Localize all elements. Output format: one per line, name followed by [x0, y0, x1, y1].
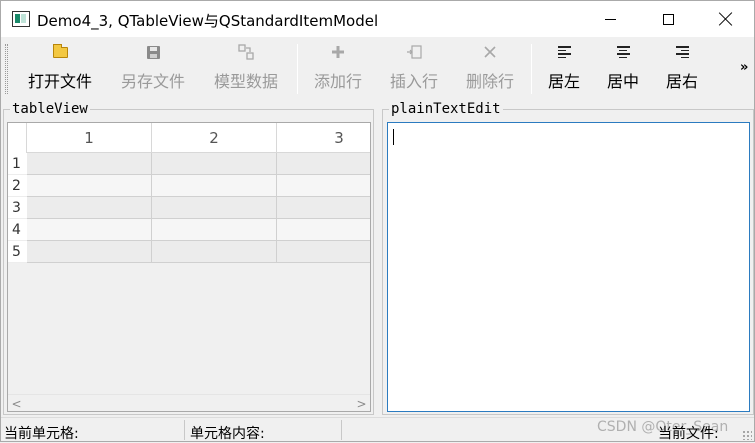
- folder-open-icon: [52, 42, 68, 62]
- column-header[interactable]: 1: [27, 123, 152, 153]
- plus-icon: [331, 42, 345, 62]
- delete-icon: [483, 42, 497, 62]
- cell-content-label: 单元格内容:: [190, 426, 265, 442]
- app-icon: [12, 11, 30, 27]
- table-cell[interactable]: [277, 241, 370, 263]
- align-right-button[interactable]: 居右: [659, 42, 705, 96]
- align-center-icon: [616, 42, 630, 62]
- window-title: Demo4_3, QTableView与QStandardItemModel: [37, 12, 379, 30]
- table-cell[interactable]: [152, 175, 277, 197]
- table-view[interactable]: 1 2 3 1 2 3 4 5 < >: [7, 122, 371, 412]
- current-cell-label: 当前单元格:: [4, 426, 79, 442]
- plain-text-edit[interactable]: [387, 122, 750, 412]
- delete-row-label: 删除行: [465, 72, 514, 91]
- open-file-label: 打开文件: [27, 72, 92, 91]
- save-as-label: 另存文件: [120, 72, 185, 91]
- toolbar-grip-handle[interactable]: [5, 44, 8, 94]
- table-group-title: tableView: [10, 101, 90, 117]
- align-right-label: 居右: [665, 72, 698, 91]
- toolbar-overflow-button[interactable]: »: [740, 60, 748, 75]
- size-grip-handle[interactable]: [742, 430, 752, 440]
- main-window: Demo4_3, QTableView与QStandardItemModel 打…: [0, 0, 755, 442]
- status-separator: [341, 420, 342, 440]
- table-cell[interactable]: [152, 197, 277, 219]
- save-icon: [146, 42, 160, 62]
- table-cell[interactable]: [27, 241, 152, 263]
- save-as-button[interactable]: 另存文件: [112, 42, 194, 96]
- model-data-label: 模型数据: [213, 72, 278, 91]
- table-cell[interactable]: [277, 153, 370, 175]
- close-icon: [719, 12, 733, 26]
- align-left-icon: [557, 42, 571, 62]
- model-data-icon: [238, 42, 254, 62]
- text-caret: [393, 129, 394, 145]
- model-data-button[interactable]: 模型数据: [205, 42, 287, 96]
- table-cell[interactable]: [277, 219, 370, 241]
- row-header[interactable]: 2: [8, 175, 27, 197]
- status-bar: 当前单元格: 单元格内容: CSDN @Qter_Sean 当前文件:: [1, 417, 754, 442]
- table-cell[interactable]: [27, 175, 152, 197]
- text-group-title: plainTextEdit: [389, 101, 503, 117]
- scroll-right-icon[interactable]: >: [353, 395, 370, 411]
- align-left-label: 居左: [547, 72, 580, 91]
- row-header[interactable]: 4: [8, 219, 27, 241]
- table-cell[interactable]: [27, 153, 152, 175]
- horizontal-scrollbar[interactable]: < >: [8, 394, 370, 411]
- table-cell[interactable]: [277, 175, 370, 197]
- maximize-icon: [662, 13, 674, 25]
- maximize-button[interactable]: [639, 1, 697, 37]
- add-row-button[interactable]: 添加行: [307, 42, 369, 96]
- insert-row-button[interactable]: 插入行: [383, 42, 445, 96]
- close-button[interactable]: [697, 1, 755, 37]
- status-separator: [184, 420, 185, 440]
- insert-row-icon: [406, 42, 422, 62]
- table-column-header: 1 2 3: [8, 123, 370, 153]
- title-bar[interactable]: Demo4_3, QTableView与QStandardItemModel: [1, 1, 754, 37]
- align-left-button[interactable]: 居左: [541, 42, 587, 96]
- toolbar: 打开文件 另存文件 模型数据 添加行 插入行 删除行 居左 居中 居右 »: [1, 38, 754, 100]
- minimize-button[interactable]: [581, 1, 639, 37]
- add-row-label: 添加行: [313, 72, 362, 91]
- table-cell[interactable]: [27, 197, 152, 219]
- table-cell[interactable]: [152, 219, 277, 241]
- table-cell[interactable]: [152, 241, 277, 263]
- align-right-icon: [675, 42, 689, 62]
- align-center-button[interactable]: 居中: [600, 42, 646, 96]
- minimize-icon: [604, 18, 616, 20]
- table-cell[interactable]: [152, 153, 277, 175]
- column-header[interactable]: 3: [277, 123, 370, 153]
- align-center-label: 居中: [606, 72, 639, 91]
- scroll-left-icon[interactable]: <: [8, 395, 25, 411]
- row-header[interactable]: 1: [8, 153, 27, 175]
- delete-row-button[interactable]: 删除行: [459, 42, 521, 96]
- table-corner-button[interactable]: [8, 123, 27, 153]
- row-header[interactable]: 3: [8, 197, 27, 219]
- current-file-label: 当前文件:: [658, 426, 719, 442]
- toolbar-separator: [297, 44, 298, 94]
- toolbar-separator: [531, 44, 532, 94]
- open-file-button[interactable]: 打开文件: [19, 42, 101, 96]
- column-header[interactable]: 2: [152, 123, 277, 153]
- row-header[interactable]: 5: [8, 241, 27, 263]
- insert-row-label: 插入行: [389, 72, 438, 91]
- table-cell[interactable]: [277, 197, 370, 219]
- table-cell[interactable]: [27, 219, 152, 241]
